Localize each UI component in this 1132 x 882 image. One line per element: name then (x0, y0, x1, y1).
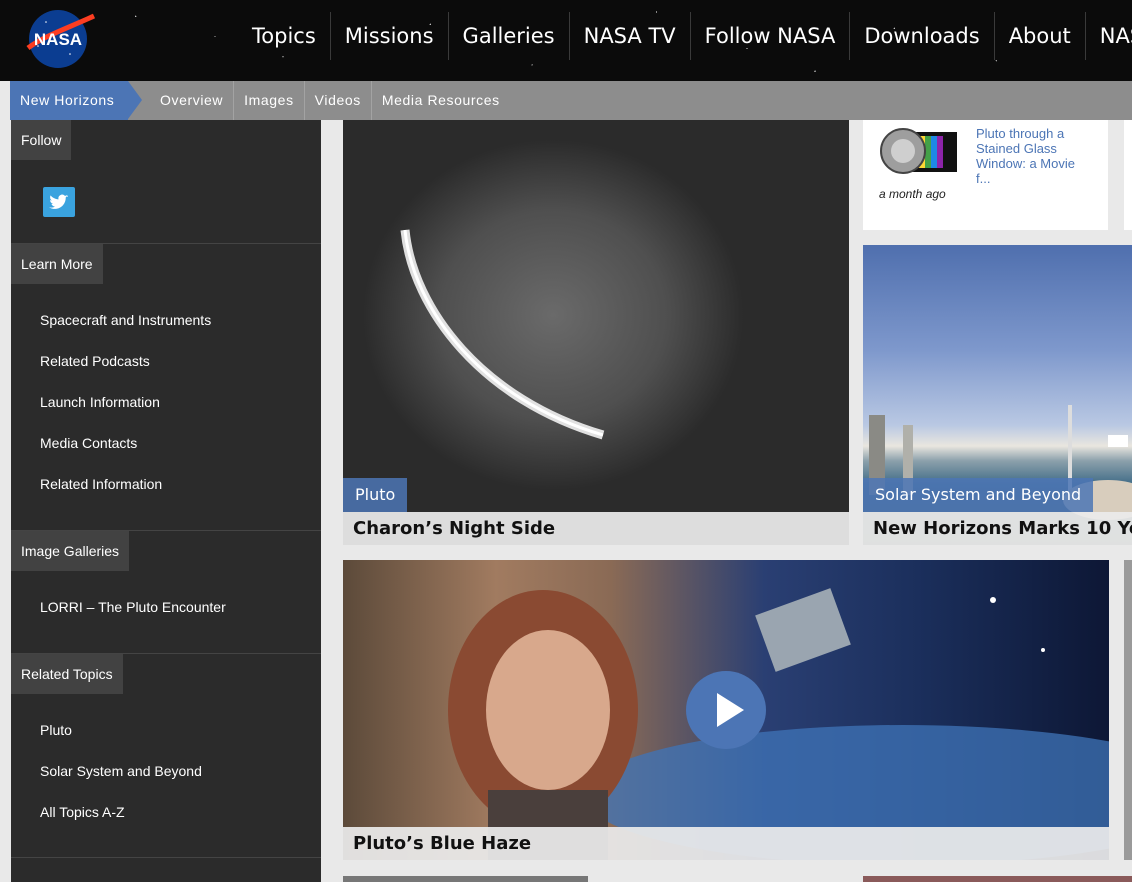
card-partial-bottom-1 (343, 876, 588, 882)
link-launch-information[interactable]: Launch Information (40, 394, 160, 410)
topnav-nasa-tv[interactable]: NASA TV (568, 12, 690, 60)
topnav-galleries[interactable]: Galleries (447, 12, 569, 60)
top-nav: Topics Missions Galleries NASA TV Follow… (238, 12, 1132, 60)
sidebar: Follow Learn More Spacecraft and Instrum… (11, 120, 321, 882)
topnav-downloads[interactable]: Downloads (849, 12, 993, 60)
topnav-follow-nasa[interactable]: Follow NASA (689, 12, 850, 60)
recent-item-partial (1124, 120, 1132, 230)
link-related-podcasts[interactable]: Related Podcasts (40, 353, 150, 369)
follow-heading: Follow (11, 120, 72, 160)
learn-more-heading: Learn More (11, 244, 103, 284)
tab-overview[interactable]: Overview (150, 81, 233, 120)
card-partial-right (1124, 560, 1132, 860)
card-new-horizons-10-years[interactable]: Solar System and Beyond New Horizons Mar… (863, 245, 1132, 545)
topnav-nasa-audiences[interactable]: NASA Audiences (1084, 12, 1132, 60)
svg-text:NASA: NASA (34, 30, 82, 49)
twitter-icon[interactable] (43, 187, 75, 217)
link-pluto[interactable]: Pluto (40, 722, 72, 738)
link-related-information[interactable]: Related Information (40, 476, 162, 492)
topnav-about[interactable]: About (993, 12, 1085, 60)
play-icon[interactable] (686, 671, 766, 749)
learn-more-section: Learn More Spacecraft and Instruments Re… (11, 244, 321, 531)
tab-videos[interactable]: Videos (303, 81, 371, 120)
topnav-topics[interactable]: Topics (238, 12, 330, 60)
charon-image (343, 120, 849, 545)
topnav-missions[interactable]: Missions (329, 12, 448, 60)
card-topic-solar-system[interactable]: Solar System and Beyond (863, 478, 1094, 512)
card-title[interactable]: New Horizons Marks 10 Years Since Launch (863, 512, 1132, 545)
nasa-logo[interactable]: NASA (24, 8, 96, 70)
image-galleries-heading: Image Galleries (11, 531, 130, 571)
link-media-contacts[interactable]: Media Contacts (40, 435, 137, 451)
card-title[interactable]: Charon’s Night Side (343, 512, 849, 545)
image-galleries-section: Image Galleries LORRI – The Pluto Encoun… (11, 531, 321, 654)
mission-title[interactable]: New Horizons (10, 81, 128, 120)
card-charon-night-side[interactable]: Pluto Charon’s Night Side (343, 120, 849, 545)
follow-section: Follow (11, 120, 321, 244)
card-title[interactable]: Pluto’s Blue Haze (343, 827, 1109, 860)
recent-item[interactable]: Pluto through a Stained Glass Window: a … (863, 120, 1108, 230)
link-all-topics-a-z[interactable]: All Topics A-Z (40, 804, 125, 820)
card-pluto-blue-haze[interactable]: Pluto’s Blue Haze (343, 560, 1109, 860)
site-header: NASA Topics Missions Galleries NASA TV F… (0, 0, 1132, 81)
mission-tabs: Overview Images Videos Media Resources (150, 81, 510, 120)
link-solar-system-and-beyond[interactable]: Solar System and Beyond (40, 763, 202, 779)
link-lorri-pluto-encounter[interactable]: LORRI – The Pluto Encounter (40, 599, 226, 615)
related-topics-heading: Related Topics (11, 654, 123, 694)
recent-item-title[interactable]: Pluto through a Stained Glass Window: a … (976, 126, 1086, 186)
recent-item-time: a month ago (879, 187, 946, 201)
stained-glass-thumbnail (880, 128, 957, 174)
mission-title-arrow (128, 81, 142, 119)
card-partial-bottom-2 (863, 876, 1132, 882)
tab-images[interactable]: Images (233, 81, 304, 120)
tab-media-resources[interactable]: Media Resources (370, 81, 510, 120)
mission-subnav: New Horizons Overview Images Videos Medi… (10, 81, 1132, 120)
related-topics-section: Related Topics Pluto Solar System and Be… (11, 654, 321, 858)
card-topic-pluto[interactable]: Pluto (343, 478, 408, 512)
link-spacecraft-and-instruments[interactable]: Spacecraft and Instruments (40, 312, 211, 328)
